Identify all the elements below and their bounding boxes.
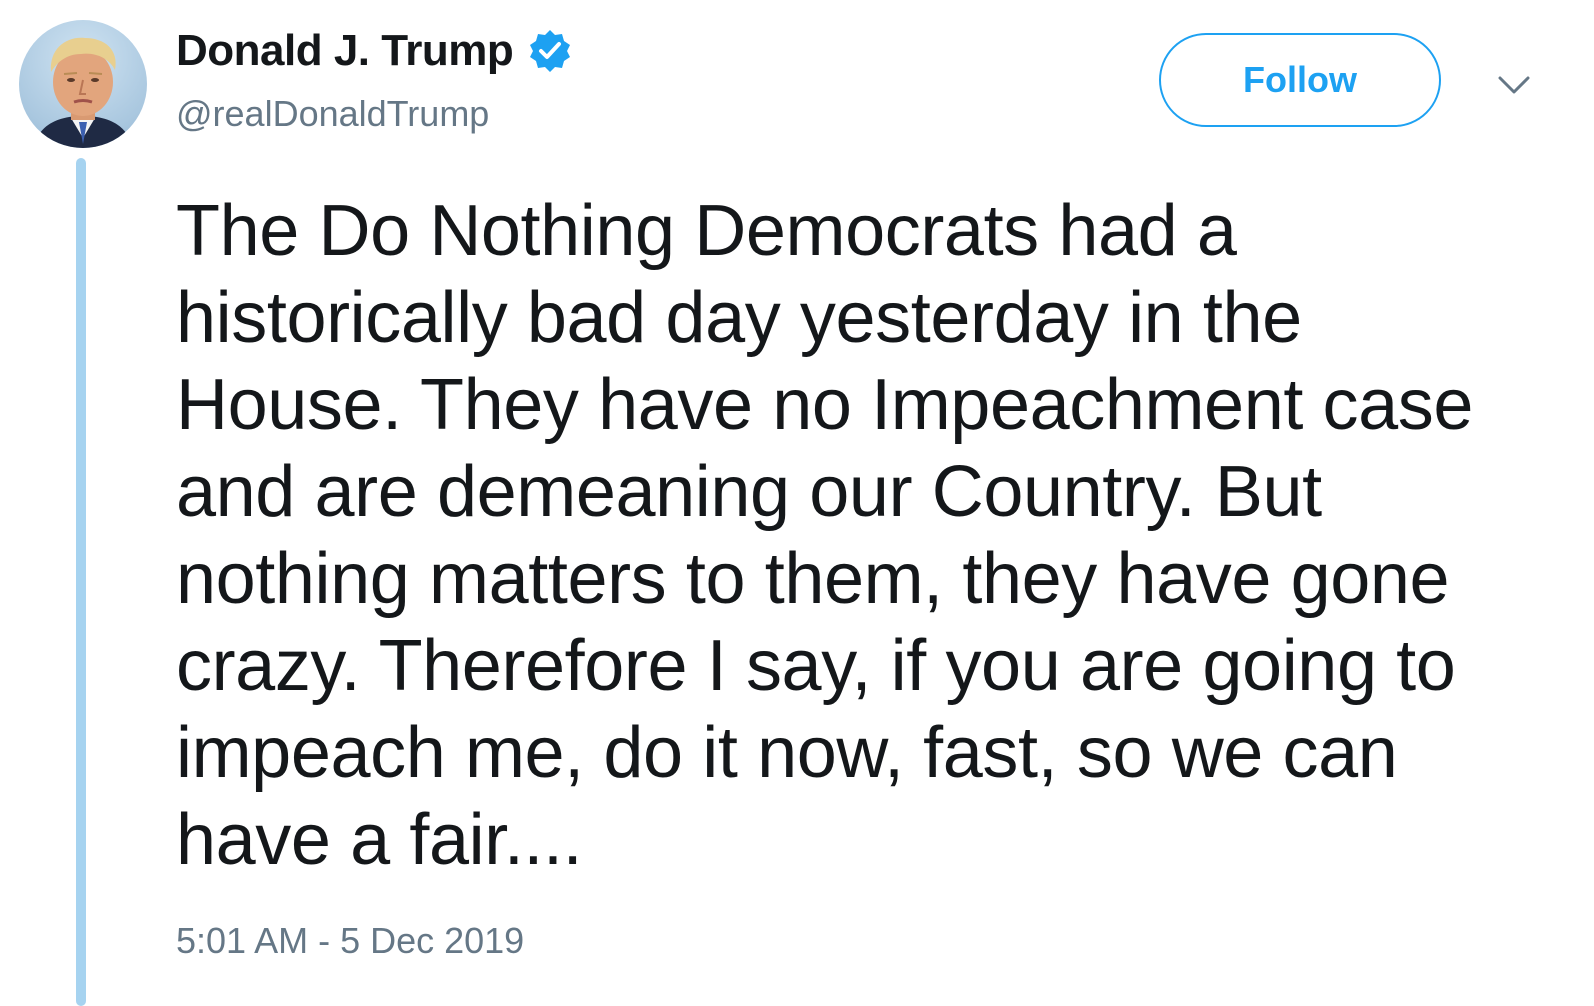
verified-badge-icon bbox=[527, 28, 573, 74]
tweet-text-line: historically bad day yesterday in the bbox=[176, 278, 1302, 358]
thread-line bbox=[76, 158, 86, 1006]
tweet-text-line: have a fair.... bbox=[176, 800, 583, 880]
tweet-text-line: crazy. Therefore I say, if you are going… bbox=[176, 626, 1456, 706]
author-display-name[interactable]: Donald J. Trump bbox=[176, 26, 514, 76]
tweet-text-line: House. They have no Impeachment case bbox=[176, 365, 1474, 445]
follow-button[interactable]: Follow bbox=[1159, 33, 1441, 127]
tweet-text-line: impeach me, do it now, fast, so we can bbox=[176, 713, 1398, 793]
profile-avatar[interactable] bbox=[19, 20, 147, 148]
chevron-down-icon[interactable] bbox=[1494, 70, 1534, 100]
tweet-text: The Do Nothing Democrats had a historica… bbox=[176, 188, 1576, 884]
tweet-text-line: nothing matters to them, they have gone bbox=[176, 539, 1450, 619]
tweet-card: Donald J. Trump @realDonaldTrump Follow … bbox=[0, 0, 1594, 1006]
tweet-timestamp[interactable]: 5:01 AM - 5 Dec 2019 bbox=[176, 920, 524, 962]
author-handle[interactable]: @realDonaldTrump bbox=[176, 93, 489, 135]
avatar-portrait-icon bbox=[33, 37, 133, 148]
tweet-text-line: The Do Nothing Democrats had a bbox=[176, 191, 1237, 271]
tweet-text-line: and are demeaning our Country. But bbox=[176, 452, 1322, 532]
author-name-row[interactable]: Donald J. Trump bbox=[176, 26, 573, 76]
